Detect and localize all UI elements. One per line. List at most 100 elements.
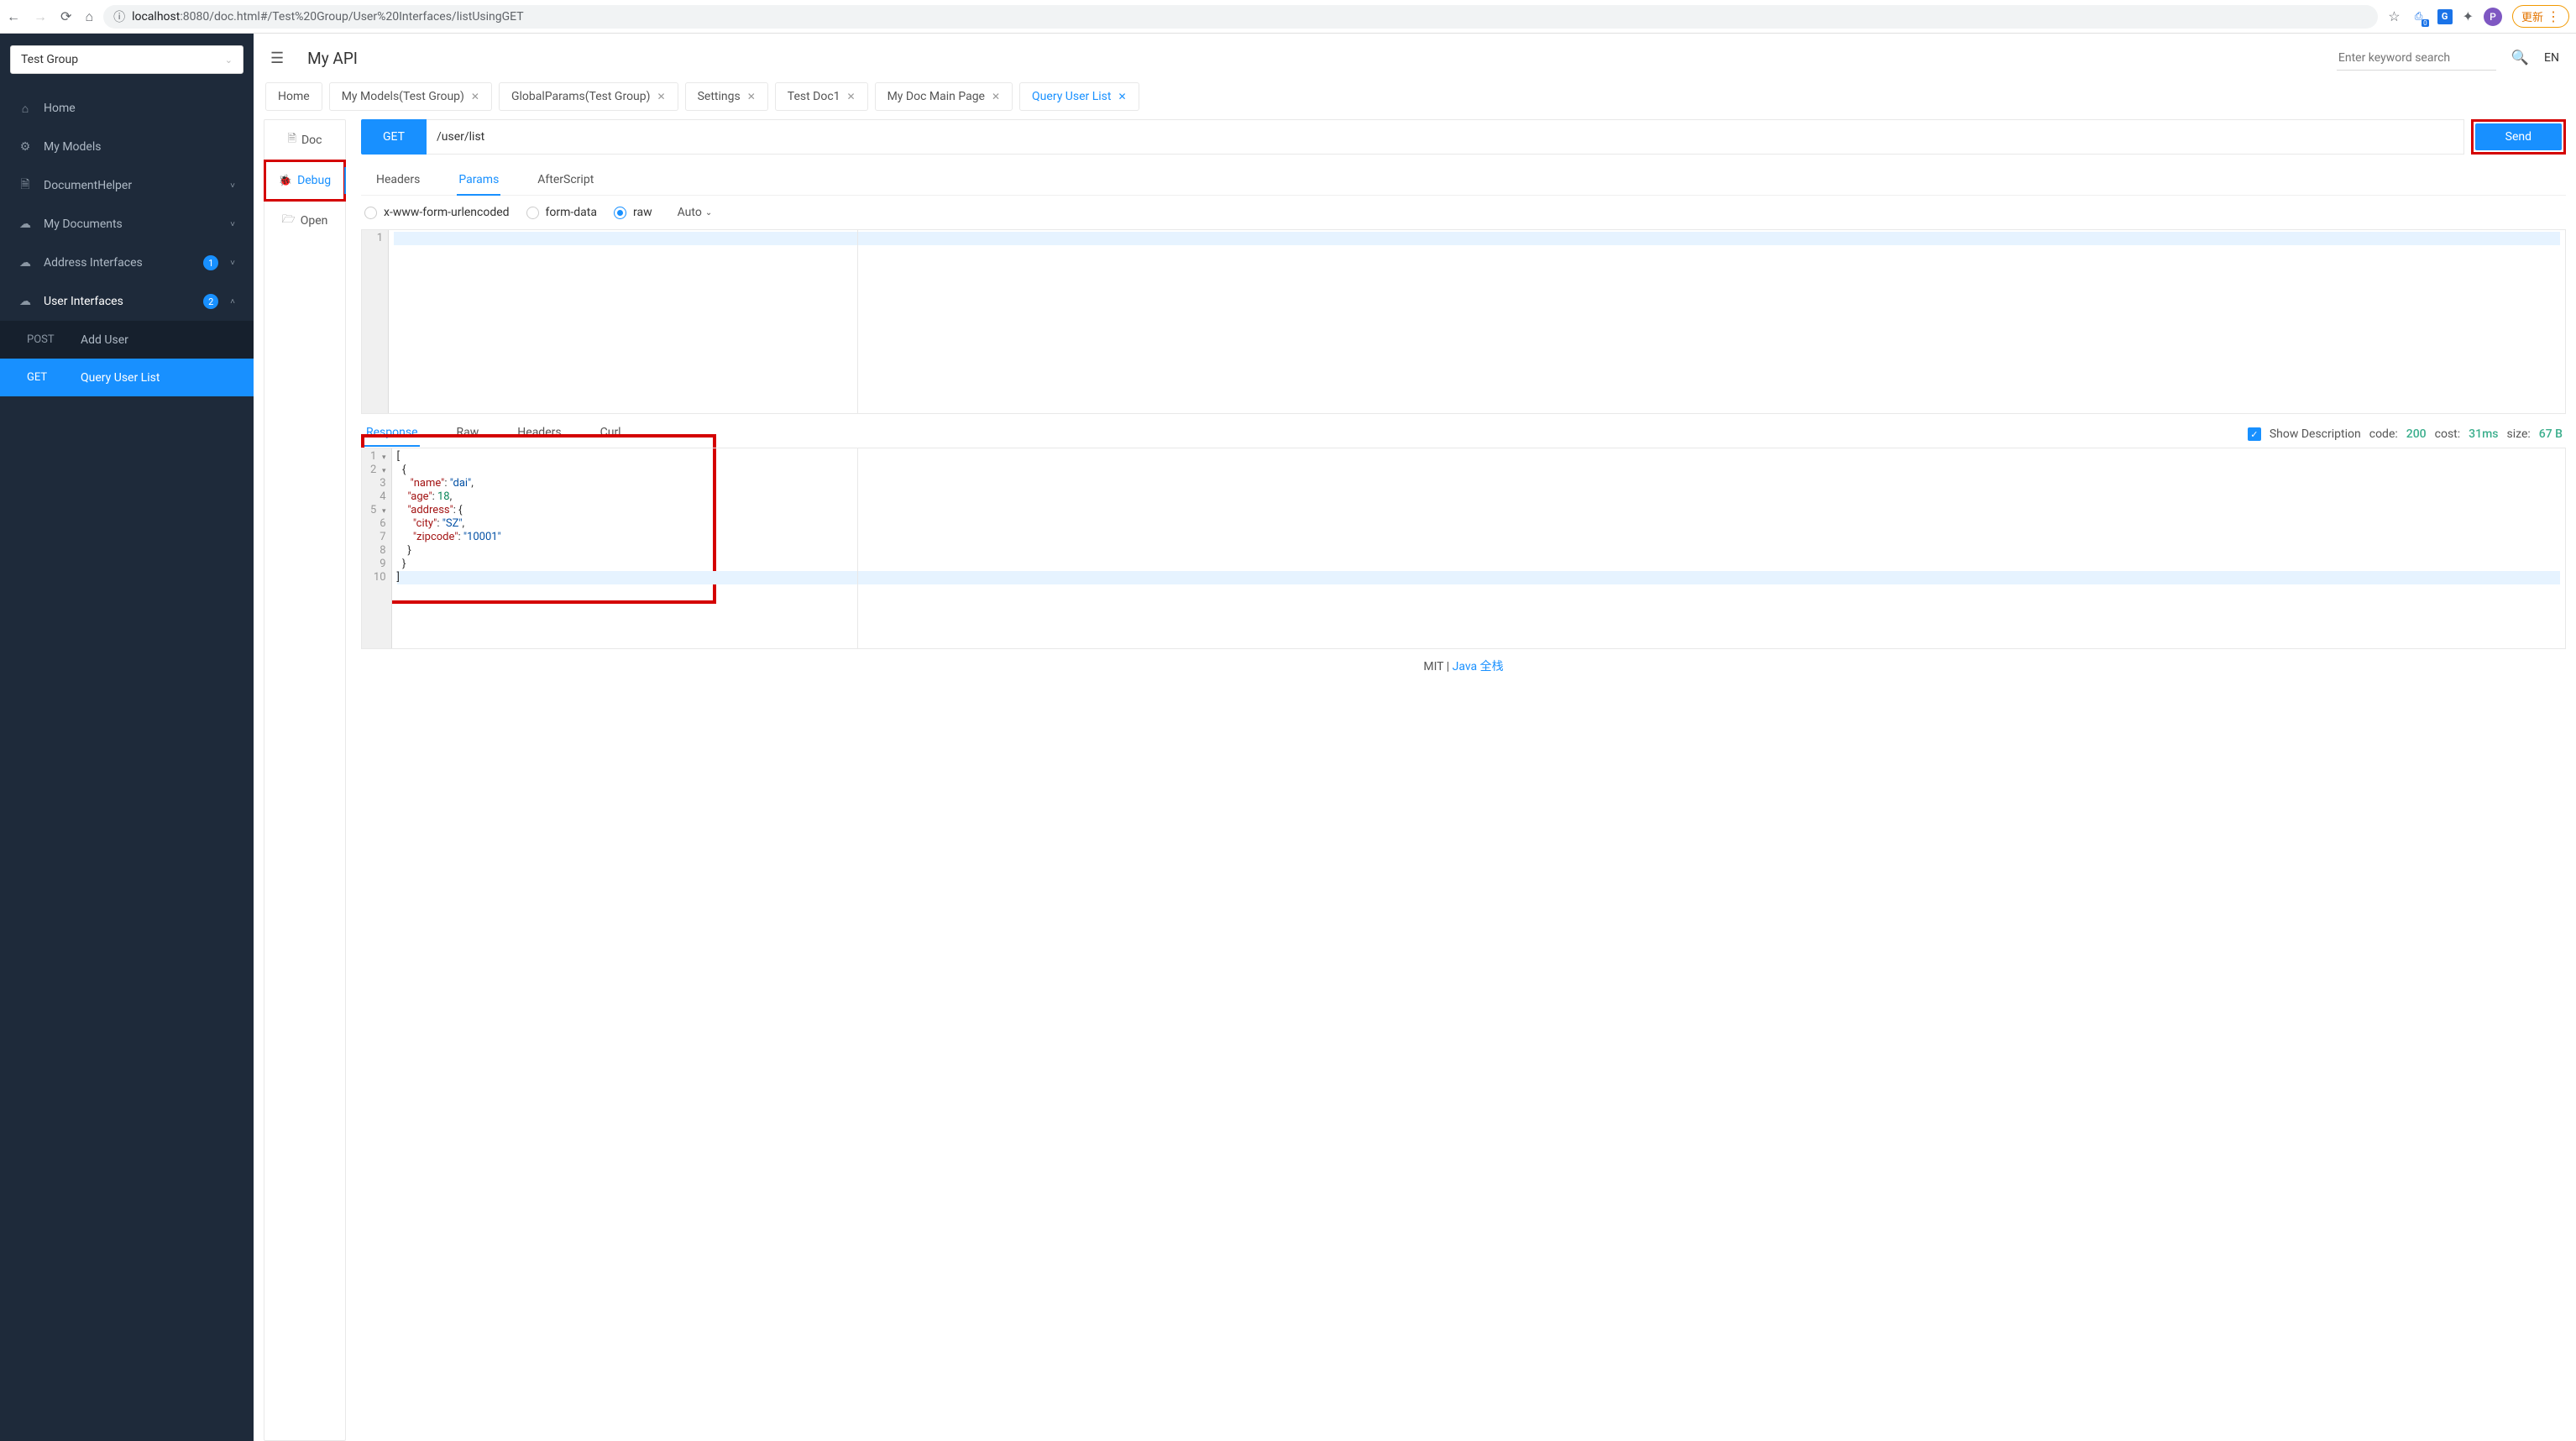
api-label: Query User List xyxy=(81,371,160,385)
radio-label: raw xyxy=(633,206,652,219)
profile-avatar[interactable]: P xyxy=(2484,8,2502,26)
http-method-badge: GET xyxy=(361,119,427,155)
chevron-down-icon: ⌄ xyxy=(705,208,712,217)
tab-label: Query User List xyxy=(1032,90,1111,103)
chevron-down-icon: ˅ xyxy=(230,181,235,191)
http-method: POST xyxy=(27,333,60,346)
close-icon[interactable]: ✕ xyxy=(657,91,666,102)
group-selector[interactable]: Test Group ⌄ xyxy=(10,45,243,74)
radio-icon xyxy=(526,207,539,219)
http-method: GET xyxy=(27,371,60,384)
sidebar-item-user-interfaces[interactable]: ☁ User Interfaces 2 ˄ xyxy=(0,282,254,321)
close-icon[interactable]: ✕ xyxy=(992,91,1000,102)
search-icon[interactable]: 🔍 xyxy=(2511,50,2529,66)
sidebar-item-home[interactable]: ⌂ Home xyxy=(0,89,254,128)
api-label: Add User xyxy=(81,333,128,347)
close-icon[interactable]: ✕ xyxy=(747,91,756,102)
body-type-form-data[interactable]: form-data xyxy=(526,206,597,219)
tab-home[interactable]: Home xyxy=(265,82,322,111)
tab-my-doc-main-page[interactable]: My Doc Main Page ✕ xyxy=(875,82,1013,111)
main-panel: ☰ My API 🔍 EN Home My Models(Test Group)✕… xyxy=(254,34,2576,1441)
menu-label: Home xyxy=(44,102,235,115)
open-icon: 🗁 xyxy=(282,212,296,230)
reload-icon[interactable]: ⟳ xyxy=(60,8,71,24)
footer: MIT | Java 全栈 xyxy=(361,649,2566,683)
sidebar-item-address-interfaces[interactable]: ☁ Address Interfaces 1 ˅ xyxy=(0,244,254,282)
debug-panel: GET Send Headers Params AfterScript x-www-… xyxy=(346,119,2566,1441)
response-tab-curl[interactable]: Curl xyxy=(599,422,623,446)
sidebar-item-documenthelper[interactable]: 🗎 DocumentHelper ˅ xyxy=(0,166,254,205)
extensions-icon[interactable]: ✦ xyxy=(2463,8,2474,24)
body-type-raw[interactable]: raw xyxy=(614,206,652,219)
radio-label: x-www-form-urlencoded xyxy=(384,206,510,219)
count-badge: 1 xyxy=(203,255,218,270)
response-tabs: Response Raw Headers Curl xyxy=(364,422,2212,446)
view-tab-open[interactable]: 🗁 Open xyxy=(264,201,345,241)
sidebar-item-my-documents[interactable]: ☁ My Documents ˅ xyxy=(0,205,254,244)
close-icon[interactable]: ✕ xyxy=(1118,91,1126,102)
send-button[interactable]: Send xyxy=(2475,123,2562,150)
chevron-down-icon: ˅ xyxy=(230,220,235,229)
group-name: Test Group xyxy=(21,53,78,66)
content-type-auto[interactable]: Auto⌄ xyxy=(678,206,713,219)
forward-icon[interactable]: → xyxy=(34,8,47,25)
api-item-query-user-list[interactable]: GET Query User List xyxy=(0,359,254,396)
sidebar-toggle-icon[interactable]: ☰ xyxy=(270,50,284,67)
view-tab-doc[interactable]: 🗎Doc xyxy=(264,120,345,160)
body-type-options: x-www-form-urlencoded form-data raw Auto⌄ xyxy=(361,196,2566,229)
response-tab-response[interactable]: Response xyxy=(364,422,420,446)
update-button[interactable]: 更新⋮ xyxy=(2512,5,2569,28)
radio-label: form-data xyxy=(546,206,597,219)
menu-icon: ⌂ xyxy=(18,102,32,116)
chevron-down-icon: ˅ xyxy=(230,259,235,268)
back-icon[interactable]: ← xyxy=(7,8,20,25)
translate-extension-icon[interactable]: G xyxy=(2437,9,2453,24)
request-body-editor[interactable]: 1 xyxy=(361,229,2566,414)
menu-label: DocumentHelper xyxy=(44,179,218,192)
config-tab-headers[interactable]: Headers xyxy=(374,166,421,195)
menu-label: Address Interfaces xyxy=(44,256,191,270)
tab-label: My Doc Main Page xyxy=(887,90,985,103)
tab-test-doc1[interactable]: Test Doc1✕ xyxy=(775,82,868,111)
tab-settings[interactable]: Settings✕ xyxy=(685,82,768,111)
tab-globalparams-test-group-[interactable]: GlobalParams(Test Group) ✕ xyxy=(499,82,678,111)
info-icon[interactable]: ⓘ xyxy=(113,8,125,25)
config-tab-afterscript[interactable]: AfterScript xyxy=(536,166,595,195)
browser-toolbar: ← → ⟳ ⌂ ⓘ localhost:8080/doc.html#/Test%… xyxy=(0,0,2576,34)
bookmark-icon[interactable]: ☆ xyxy=(2388,8,2400,24)
home-icon[interactable]: ⌂ xyxy=(85,8,93,25)
extension-icon[interactable]: ⎙0 xyxy=(2411,8,2427,25)
radio-icon xyxy=(364,207,377,219)
view-tab-debug[interactable]: 🐞Debug xyxy=(264,160,345,201)
chevron-up-icon: ˄ xyxy=(230,297,235,307)
topbar: ☰ My API 🔍 EN xyxy=(254,34,2576,82)
view-tab-label: Open xyxy=(301,214,328,228)
response-tab-raw[interactable]: Raw xyxy=(455,422,481,446)
response-tab-headers[interactable]: Headers xyxy=(516,422,563,446)
search-input[interactable] xyxy=(2337,46,2496,71)
body-type-x-www-form-urlencoded[interactable]: x-www-form-urlencoded xyxy=(364,206,510,219)
config-tab-params[interactable]: Params xyxy=(457,166,500,195)
view-tab-label: Debug xyxy=(297,174,331,187)
tab-label: GlobalParams(Test Group) xyxy=(511,90,651,103)
tab-my-models-test-group-[interactable]: My Models(Test Group)✕ xyxy=(329,82,492,111)
document-tabs: HomeMy Models(Test Group)✕GlobalParams(T… xyxy=(254,82,2576,111)
url-bar[interactable]: ⓘ localhost:8080/doc.html#/Test%20Group/… xyxy=(103,5,2378,29)
api-item-add-user[interactable]: POST Add User xyxy=(0,321,254,359)
menu-label: My Models xyxy=(44,140,235,154)
footer-link[interactable]: Java 全栈 xyxy=(1453,660,1504,673)
sidebar: Test Group ⌄ ⌂ Home ⚙ My Models 🗎 Docume… xyxy=(0,34,254,1441)
close-icon[interactable]: ✕ xyxy=(471,91,479,102)
doc-icon: 🗎 xyxy=(288,131,296,149)
request-path-input[interactable] xyxy=(427,119,2464,155)
tab-query-user-list[interactable]: Query User List ✕ xyxy=(1019,82,1139,111)
response-body-editor[interactable]: 1 ▾2 ▾345 ▾678910 [ { "name": "dai", "ag… xyxy=(361,448,2566,649)
radio-icon xyxy=(614,207,626,219)
close-icon[interactable]: ✕ xyxy=(847,91,856,102)
menu-icon: 🗎 xyxy=(18,176,32,196)
language-toggle[interactable]: EN xyxy=(2544,51,2559,65)
sidebar-item-my-models[interactable]: ⚙ My Models xyxy=(0,128,254,166)
tab-label: Home xyxy=(278,90,310,103)
send-highlight-box: Send xyxy=(2471,119,2566,155)
show-desc-checkbox[interactable]: ✓ xyxy=(2248,427,2261,441)
